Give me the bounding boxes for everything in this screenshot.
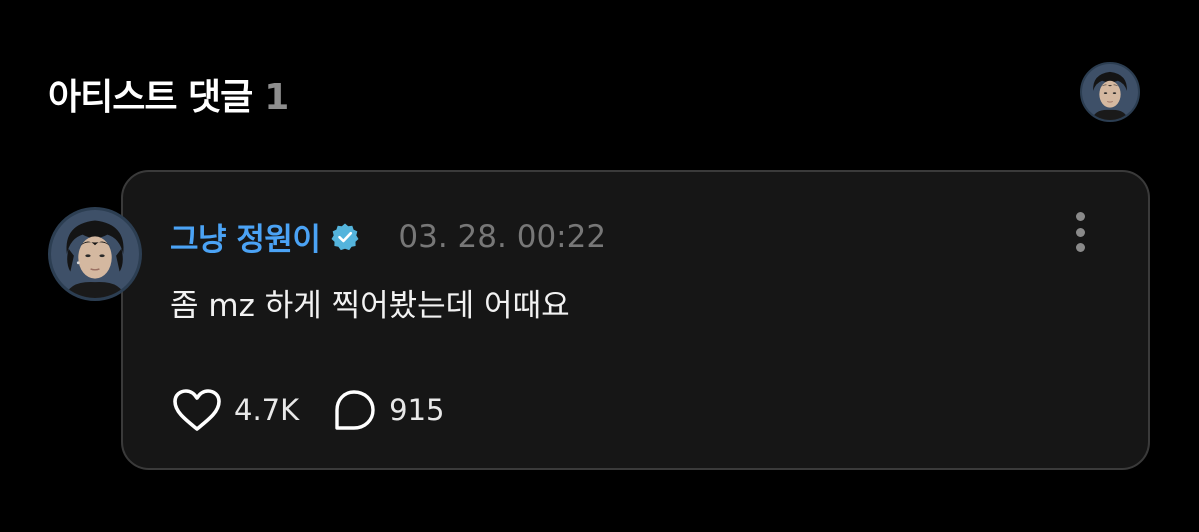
speech-bubble-icon xyxy=(335,390,375,430)
reply-button[interactable]: 915 xyxy=(331,388,445,432)
vertical-dots-icon-bottom xyxy=(1075,243,1085,252)
comment-body: 좀 mz 하게 찍어봤는데 어때요 xyxy=(170,288,570,324)
comment-card: 그냥 정원이 03. 28. 00:22 좀 mz 하게 찍어봤는데 어때요 4… xyxy=(121,170,1150,470)
comment-count: 1 xyxy=(264,77,290,118)
comment-header: 그냥 정원이 03. 28. 00:22 xyxy=(170,214,606,259)
avatar-portrait-icon xyxy=(51,210,139,298)
reply-count: 915 xyxy=(389,393,445,427)
section-header: 아티스트 댓글 1 xyxy=(48,68,289,120)
author-avatar[interactable] xyxy=(48,207,142,301)
like-count: 4.7K xyxy=(234,393,300,427)
avatar-portrait-icon xyxy=(1082,64,1138,120)
verified-check-icon xyxy=(330,222,360,252)
vertical-dots-icon-mid xyxy=(1075,227,1085,237)
header-avatar[interactable] xyxy=(1080,62,1140,122)
more-options-button[interactable] xyxy=(1068,212,1092,252)
like-button[interactable]: 4.7K xyxy=(172,388,299,432)
vertical-dots-icon xyxy=(1075,212,1085,221)
comment-actions: 4.7K 915 xyxy=(172,388,445,432)
comment-timestamp: 03. 28. 00:22 xyxy=(398,218,607,255)
section-title: 아티스트 댓글 xyxy=(48,77,253,118)
artist-comment-screen: 아티스트 댓글 1 그냥 정원이 03. 28. 00:22 좀 mz 하게 찍… xyxy=(0,0,1199,532)
heart-icon xyxy=(173,389,221,431)
author-name[interactable]: 그냥 정원이 xyxy=(170,214,321,259)
